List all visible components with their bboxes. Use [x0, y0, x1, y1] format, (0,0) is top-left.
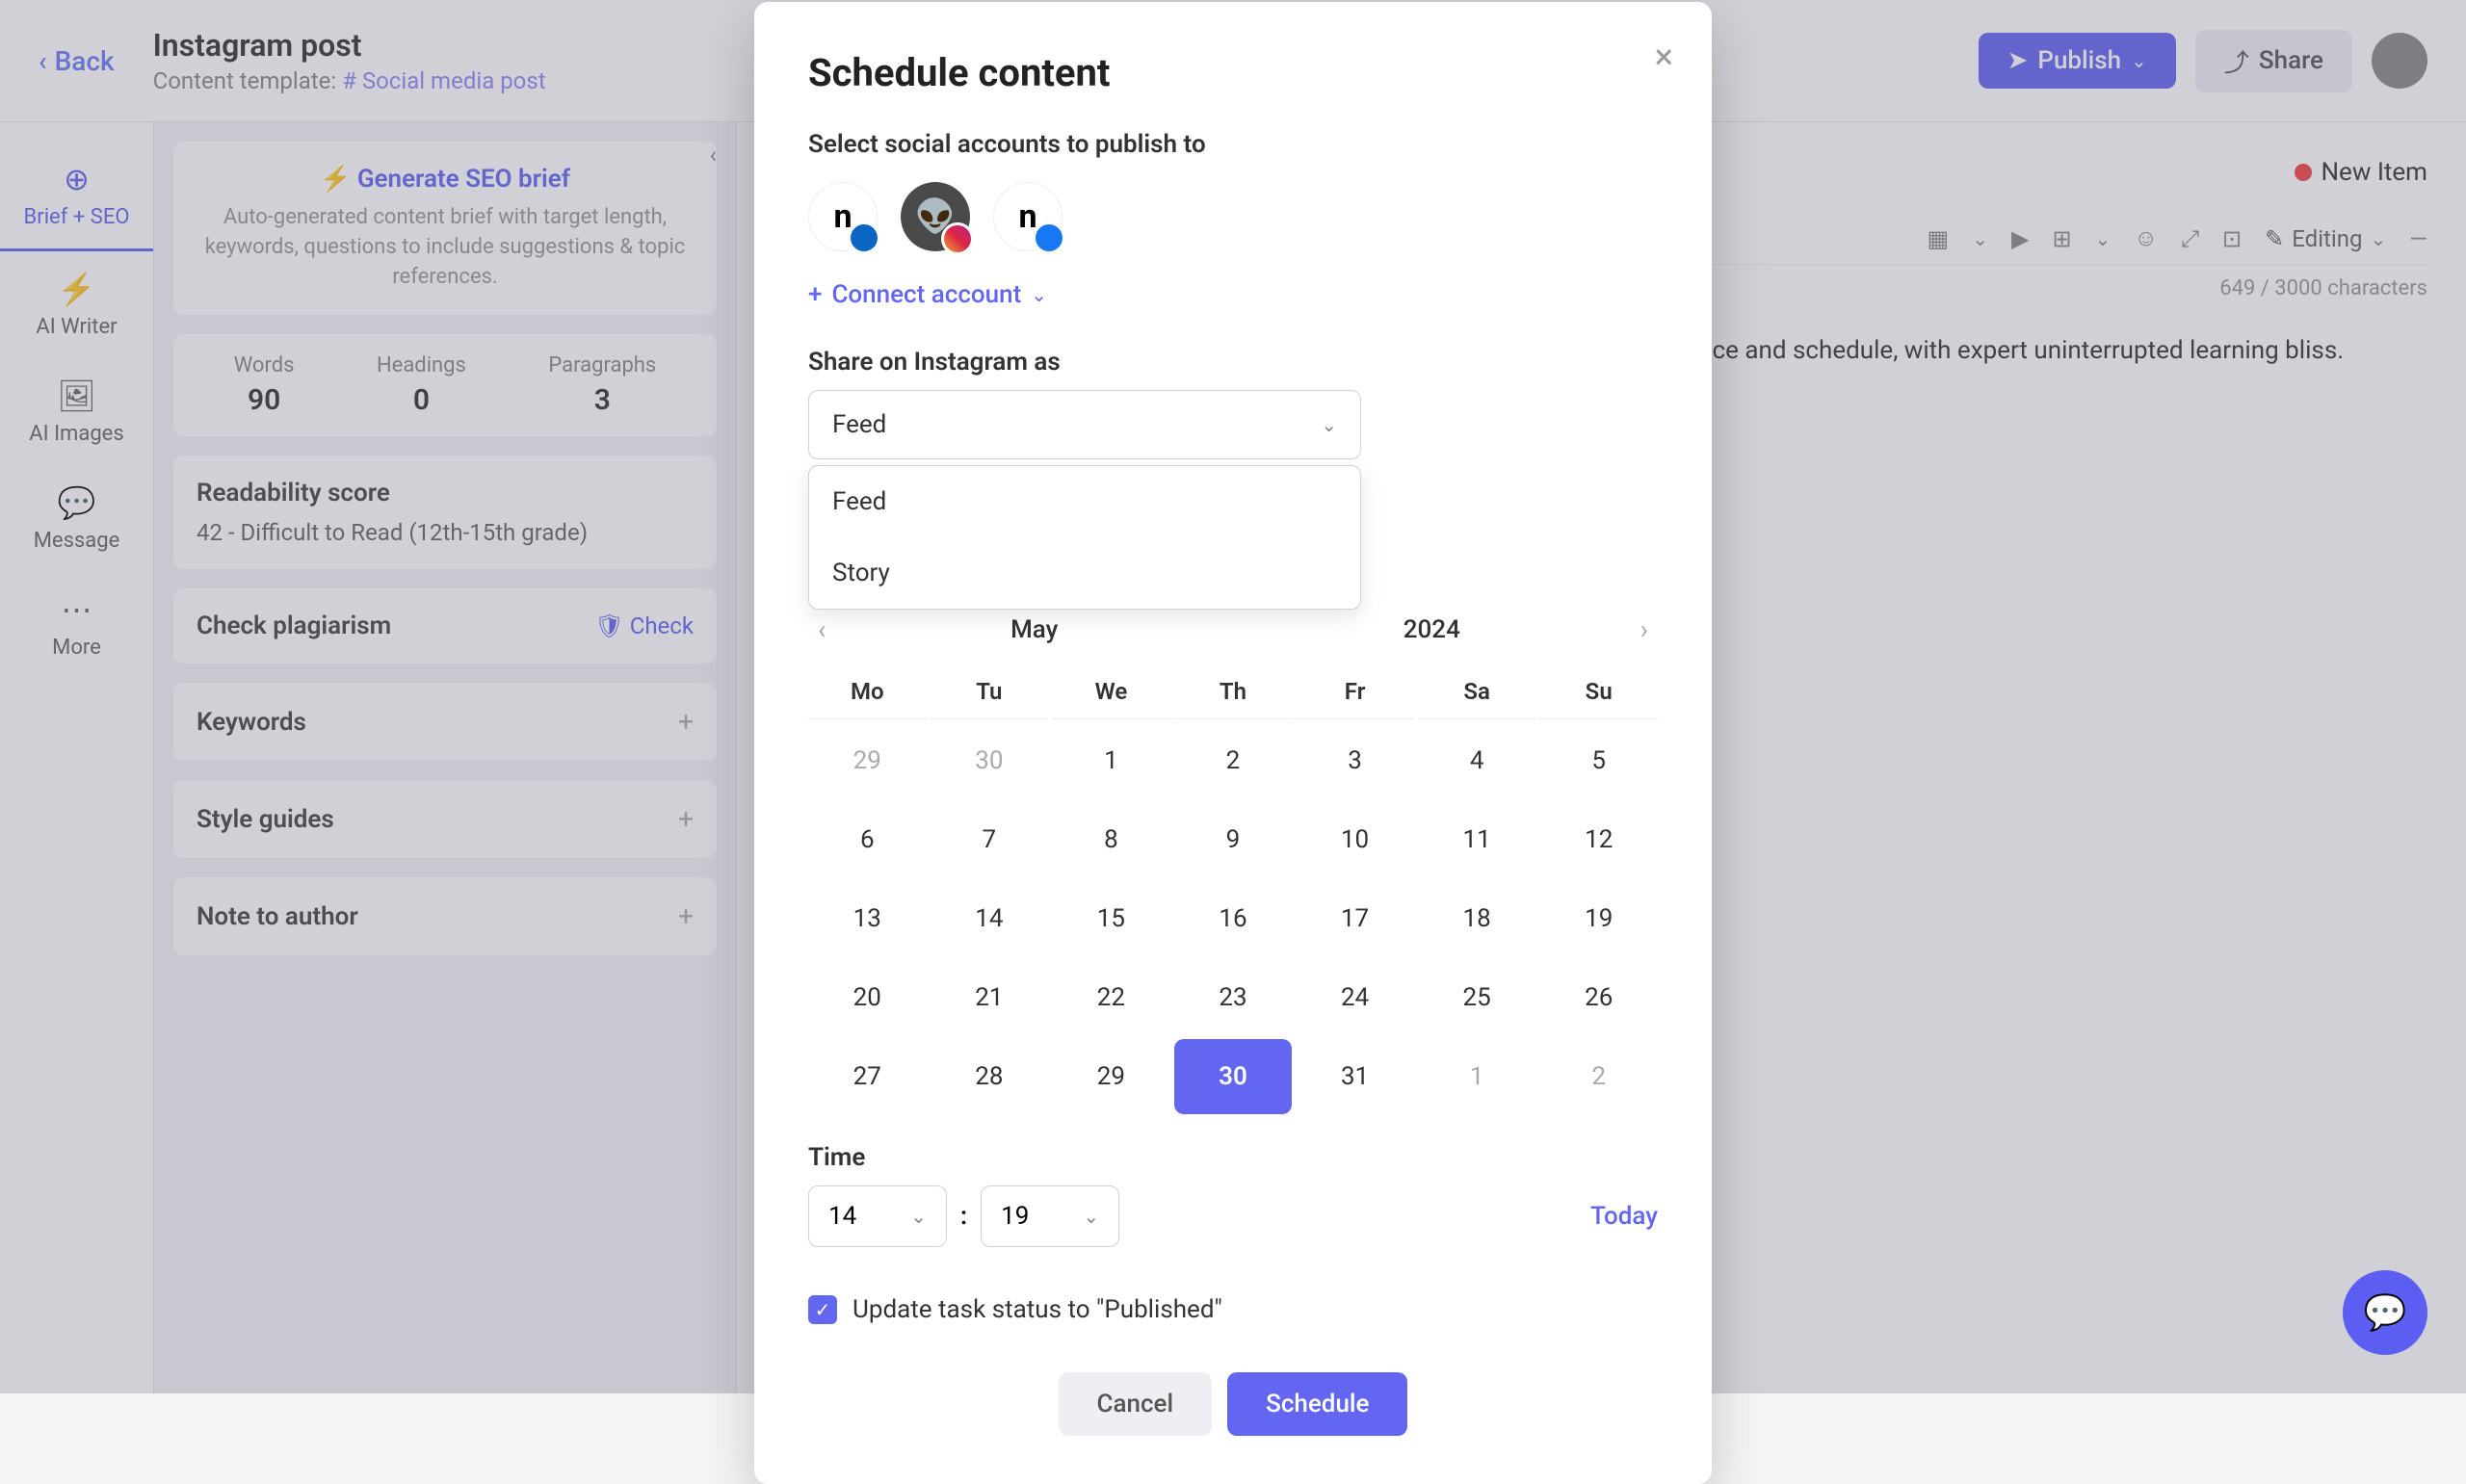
today-button[interactable]: Today	[1590, 1202, 1658, 1231]
schedule-button[interactable]: Schedule	[1227, 1372, 1407, 1436]
calendar-day[interactable]: 14	[931, 881, 1049, 956]
calendar-day[interactable]: 23	[1174, 960, 1293, 1035]
update-status-row[interactable]: ✓ Update task status to "Published"	[808, 1295, 1658, 1324]
chat-icon: 💬	[2364, 1292, 2407, 1333]
share-as-label: Share on Instagram as	[808, 348, 1658, 377]
prev-month-button[interactable]: ‹	[808, 613, 835, 645]
hour-select[interactable]: 14 ⌄	[808, 1185, 947, 1247]
calendar-day[interactable]: 12	[1539, 802, 1658, 877]
chevron-down-icon: ⌄	[1083, 1205, 1099, 1228]
facebook-icon	[1033, 221, 1065, 254]
hour-value: 14	[828, 1202, 856, 1231]
calendar-year: 2024	[1233, 615, 1631, 644]
next-month-button[interactable]: ›	[1631, 613, 1658, 645]
calendar-day[interactable]: 13	[808, 881, 927, 956]
calendar-day[interactable]: 29	[1052, 1039, 1170, 1114]
calendar-day[interactable]: 27	[808, 1039, 927, 1114]
instagram-icon	[941, 222, 974, 255]
minute-select[interactable]: 19 ⌄	[981, 1185, 1119, 1247]
calendar-day[interactable]: 1	[1052, 723, 1170, 798]
share-as-select[interactable]: Feed ⌄	[808, 390, 1361, 459]
calendar-day[interactable]: 17	[1296, 881, 1414, 956]
calendar-day[interactable]: 8	[1052, 802, 1170, 877]
dropdown-option-feed[interactable]: Feed	[809, 466, 1360, 537]
calendar-day[interactable]: 10	[1296, 802, 1414, 877]
calendar-day[interactable]: 26	[1539, 960, 1658, 1035]
calendar-day[interactable]: 30	[931, 723, 1049, 798]
calendar-day-header: Th	[1174, 664, 1293, 719]
calendar-day[interactable]: 16	[1174, 881, 1293, 956]
calendar-day[interactable]: 15	[1052, 881, 1170, 956]
calendar-day[interactable]: 9	[1174, 802, 1293, 877]
calendar-day[interactable]: 3	[1296, 723, 1414, 798]
account-instagram[interactable]: 👽	[901, 182, 970, 251]
calendar-day-header: Su	[1539, 664, 1658, 719]
connect-label: Connect account	[831, 280, 1021, 309]
calendar-day[interactable]: 31	[1296, 1039, 1414, 1114]
share-as-dropdown: Feed Story	[808, 465, 1361, 610]
calendar-day[interactable]: 29	[808, 723, 927, 798]
chevron-down-icon: ⌄	[1321, 413, 1337, 436]
calendar-day[interactable]: 1	[1418, 1039, 1536, 1114]
calendar-day-header: We	[1052, 664, 1170, 719]
modal-subtitle: Select social accounts to publish to	[808, 130, 1658, 159]
calendar-day[interactable]: 22	[1052, 960, 1170, 1035]
calendar-day[interactable]: 28	[931, 1039, 1049, 1114]
calendar-day[interactable]: 2	[1174, 723, 1293, 798]
calendar-day-header: Mo	[808, 664, 927, 719]
select-value: Feed	[832, 410, 886, 439]
calendar-day[interactable]: 20	[808, 960, 927, 1035]
cancel-button[interactable]: Cancel	[1059, 1372, 1213, 1436]
chevron-down-icon: ⌄	[910, 1205, 927, 1228]
calendar-day[interactable]: 24	[1296, 960, 1414, 1035]
calendar-day[interactable]: 5	[1539, 723, 1658, 798]
calendar-day[interactable]: 6	[808, 802, 927, 877]
minute-value: 19	[1001, 1202, 1029, 1231]
time-separator: :	[960, 1202, 967, 1231]
schedule-modal: × Schedule content Select social account…	[754, 2, 1712, 1484]
calendar-day[interactable]: 19	[1539, 881, 1658, 956]
account-linkedin[interactable]: n	[808, 182, 878, 251]
account-facebook[interactable]: n	[993, 182, 1062, 251]
close-icon[interactable]: ×	[1655, 37, 1673, 77]
calendar-day[interactable]: 25	[1418, 960, 1536, 1035]
time-label: Time	[808, 1143, 1658, 1172]
calendar-month: May	[835, 615, 1233, 644]
calendar-day[interactable]: 11	[1418, 802, 1536, 877]
calendar-day[interactable]: 2	[1539, 1039, 1658, 1114]
chevron-down-icon: ⌄	[1031, 283, 1047, 306]
accounts-row: n 👽 n	[808, 182, 1658, 251]
linkedin-icon	[848, 221, 880, 254]
calendar-day[interactable]: 30	[1174, 1039, 1293, 1114]
plus-icon: +	[808, 280, 822, 309]
calendar-day-header: Sa	[1418, 664, 1536, 719]
calendar-day[interactable]: 7	[931, 802, 1049, 877]
dropdown-option-story[interactable]: Story	[809, 537, 1360, 609]
update-status-label: Update task status to "Published"	[853, 1295, 1222, 1324]
checkbox-checked-icon[interactable]: ✓	[808, 1295, 837, 1324]
chat-bubble-button[interactable]: 💬	[2343, 1270, 2427, 1355]
connect-account-button[interactable]: + Connect account ⌄	[808, 280, 1658, 309]
calendar-day[interactable]: 21	[931, 960, 1049, 1035]
calendar-day[interactable]: 18	[1418, 881, 1536, 956]
modal-title: Schedule content	[808, 50, 1658, 95]
calendar-day-header: Fr	[1296, 664, 1414, 719]
calendar: ‹ May 2024 › MoTuWeThFrSaSu2930123456789…	[808, 613, 1658, 1114]
calendar-day[interactable]: 4	[1418, 723, 1536, 798]
calendar-day-header: Tu	[931, 664, 1049, 719]
